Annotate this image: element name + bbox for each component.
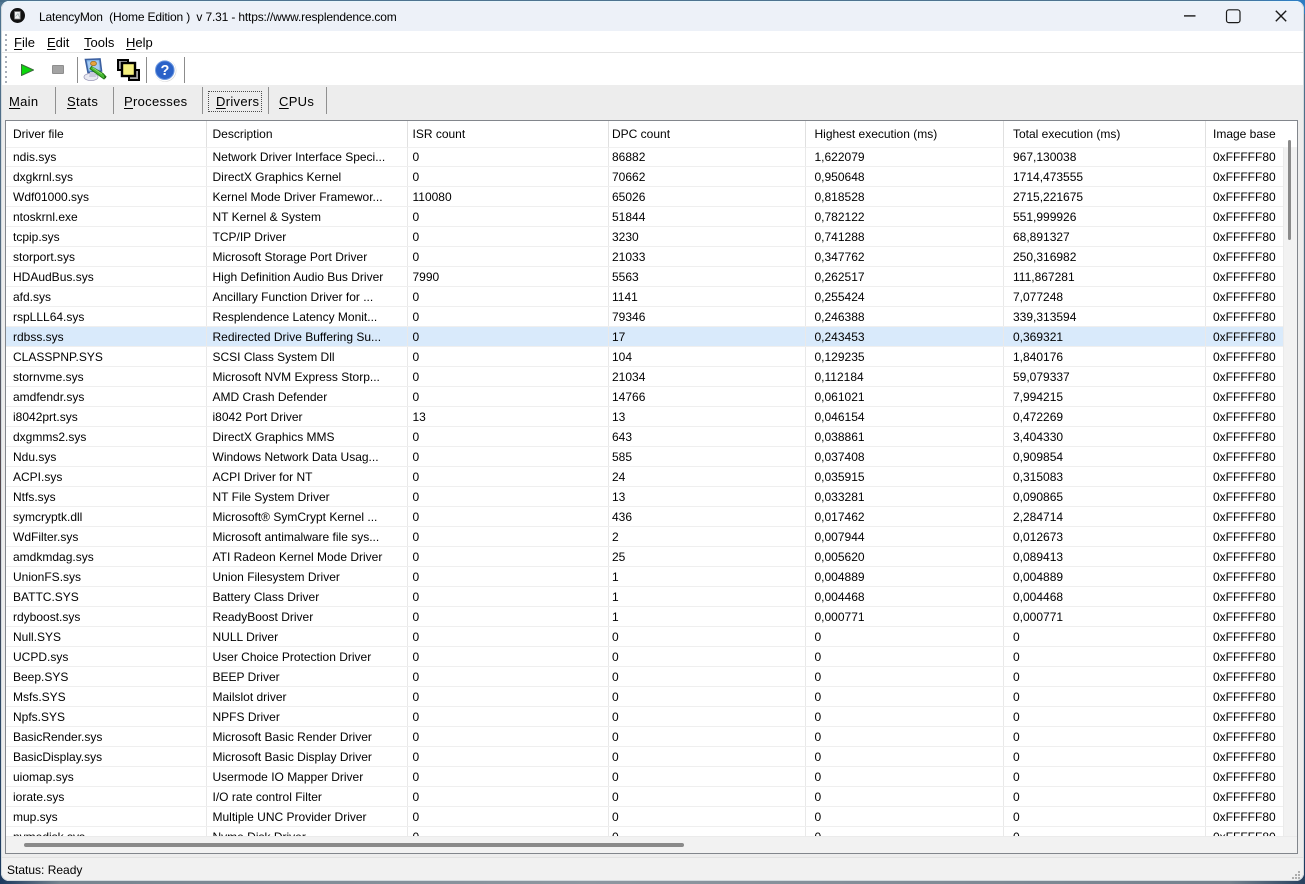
svg-text:?: ?	[160, 63, 169, 79]
